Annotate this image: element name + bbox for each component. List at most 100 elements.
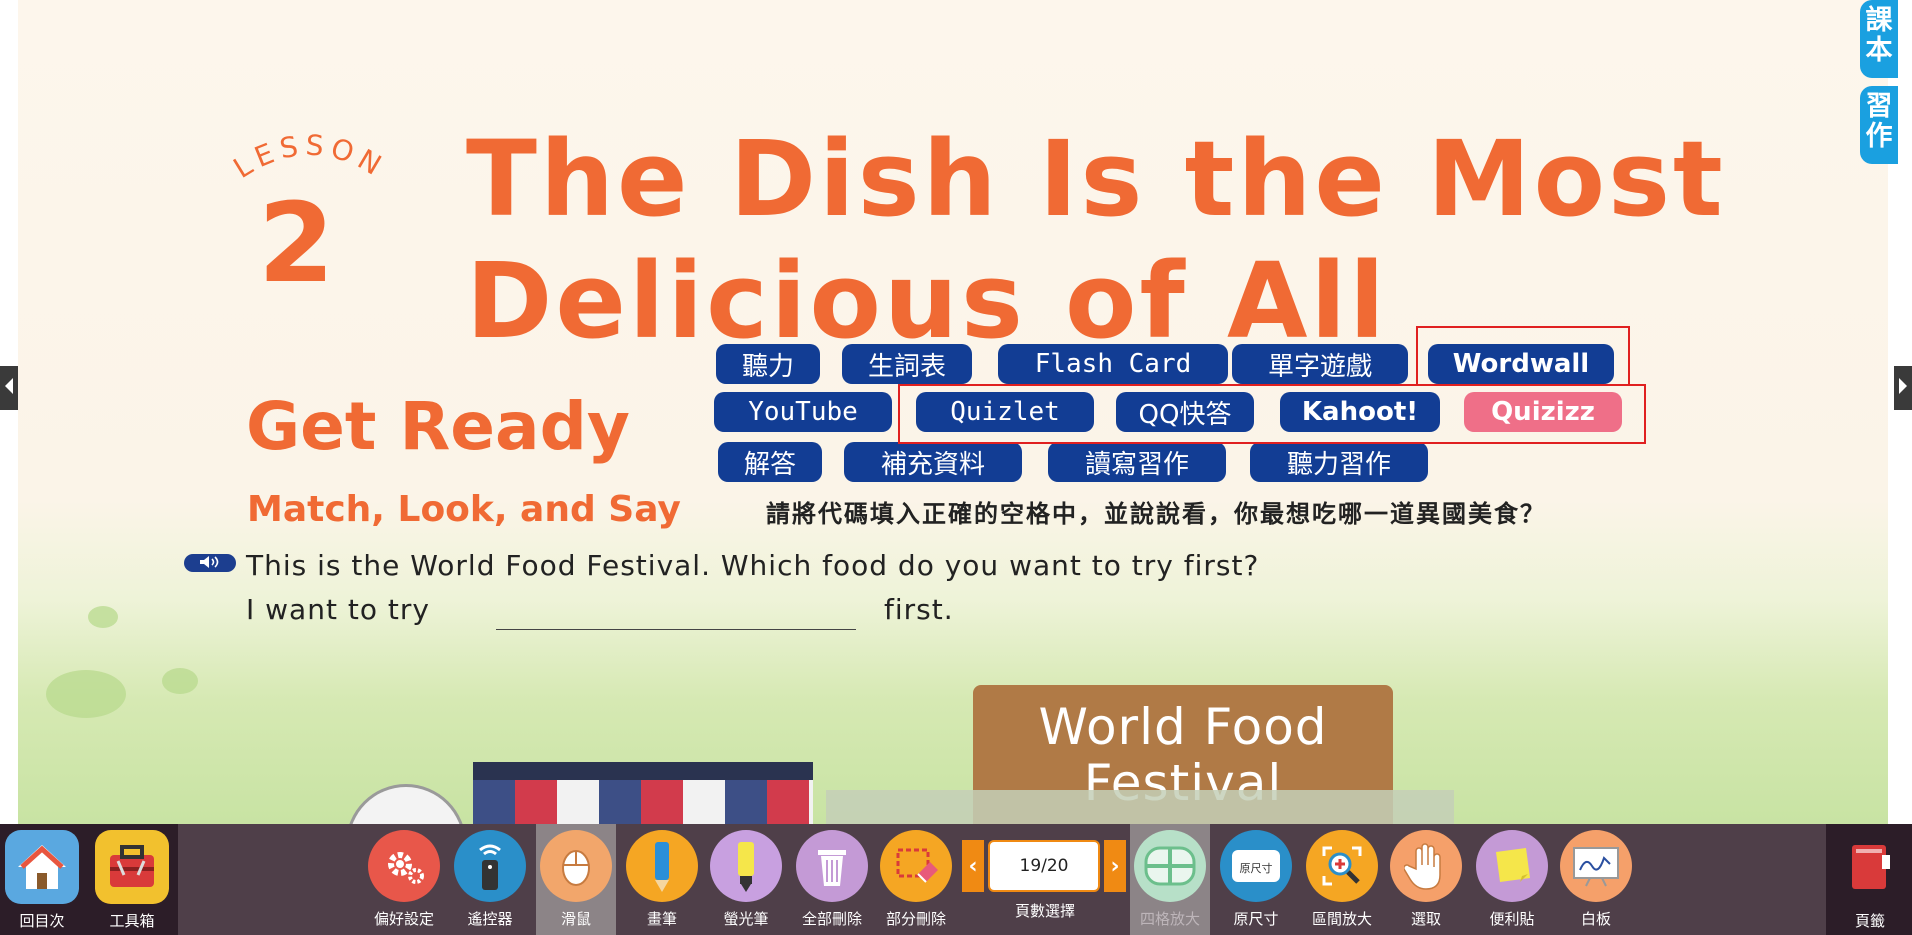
scene-ground-band [826, 790, 1454, 824]
page-select-label: 頁數選擇 [1014, 902, 1075, 920]
activity-subheading: Match, Look, and Say [247, 489, 681, 530]
quad-zoom-button[interactable]: 四格放大 [1130, 824, 1210, 935]
resource-button-answers[interactable]: 解答 [718, 442, 822, 482]
home-label: 回目次 [19, 912, 65, 930]
resource-button-vocabulary[interactable]: 生詞表 [842, 344, 972, 384]
resource-button-qq-quiz[interactable]: QQ快答 [1116, 392, 1254, 432]
partial-delete-button[interactable]: 部分刪除 [876, 824, 956, 935]
resource-button-quizlet[interactable]: Quizlet [916, 392, 1094, 432]
delete-all-button[interactable]: 全部刪除 [792, 824, 872, 935]
resource-button-listening[interactable]: 聽力 [716, 344, 820, 384]
resource-button-kahoot[interactable]: Kahoot! [1280, 392, 1440, 432]
home-button[interactable]: 回目次 [2, 824, 82, 935]
pager-prev-button[interactable]: ‹ [962, 840, 984, 892]
hand-icon [1390, 830, 1462, 902]
textbook-page: LESSON 2 The Dish Is the Most Delicious … [18, 0, 1888, 824]
pager-next-button[interactable]: › [1104, 840, 1126, 892]
whiteboard-label: 白板 [1580, 910, 1611, 928]
scene-bush [88, 606, 118, 628]
sentence-try-start: I want to try [246, 593, 430, 626]
bookmark-book-icon [1842, 830, 1898, 904]
bottom-toolbar: 回目次 工具箱 偏好設定 遙控器 滑鼠 畫筆 螢光筆 全部刪除 部分刪除 ‹ 1… [0, 824, 1912, 935]
select-button[interactable]: 選取 [1386, 824, 1466, 935]
audio-play-button[interactable] [184, 554, 236, 572]
eraser-icon [880, 830, 952, 902]
lesson-title: The Dish Is the Most Delicious of All [466, 118, 1866, 362]
previous-page-arrow[interactable] [0, 366, 18, 410]
tab-workbook[interactable]: 習作 [1860, 86, 1898, 164]
highlighter-label: 螢光筆 [723, 910, 769, 928]
area-zoom-label: 區間放大 [1311, 910, 1372, 928]
original-size-icon: 原尺寸 [1220, 830, 1292, 902]
chevron-right-icon [1897, 376, 1909, 400]
remote-button[interactable]: 遙控器 [450, 824, 530, 935]
scene-bush [162, 668, 198, 694]
select-label: 選取 [1410, 910, 1441, 928]
toolbox-button[interactable]: 工具箱 [92, 824, 172, 935]
page-number-input[interactable]: 19/20 [988, 840, 1100, 892]
pen-label: 畫筆 [646, 910, 677, 928]
resource-button-flash-card[interactable]: Flash Card [998, 344, 1228, 384]
highlighter-button[interactable]: 螢光筆 [706, 824, 786, 935]
area-zoom-button[interactable]: 區間放大 [1302, 824, 1382, 935]
sentence-try: I want to try [246, 596, 430, 624]
gear-icon [368, 830, 440, 902]
food-stall-awning [473, 762, 813, 824]
resource-button-listening-workbook[interactable]: 聽力習作 [1250, 442, 1428, 482]
mouse-button[interactable]: 滑鼠 [536, 824, 616, 935]
speaker-icon [198, 554, 222, 573]
sticky-note-icon [1476, 830, 1548, 902]
preferences-label: 偏好設定 [373, 910, 434, 928]
sentence-festival: This is the World Food Festival. Which f… [246, 549, 1260, 582]
toolbox-icon [95, 830, 169, 904]
sentence-try-end: first. [884, 593, 954, 626]
resource-button-wordwall[interactable]: Wordwall [1428, 344, 1614, 384]
tab-textbook[interactable]: 課本 [1860, 0, 1898, 78]
home-icon [5, 830, 79, 904]
tab-textbook-label: 課本 [1865, 5, 1893, 66]
chevron-left-icon [3, 376, 15, 400]
pen-icon [626, 830, 698, 902]
resource-button-reading-writing-workbook[interactable]: 讀寫習作 [1048, 442, 1226, 482]
partial-delete-label: 部分刪除 [885, 910, 946, 928]
festival-sign-line1: World Food [1038, 698, 1328, 756]
remote-control-icon [454, 830, 526, 902]
highlighter-icon [710, 830, 782, 902]
chef-hat-illustration [346, 784, 466, 824]
page-selector: ‹ 19/20 › 頁數選擇 [962, 824, 1128, 935]
resource-button-word-game[interactable]: 單字遊戲 [1232, 344, 1408, 384]
scene-bush [46, 670, 126, 718]
pen-button[interactable]: 畫筆 [622, 824, 702, 935]
magnifier-icon [1306, 830, 1378, 902]
answer-blank [496, 629, 856, 630]
original-size-button[interactable]: 原尺寸 原尺寸 [1216, 824, 1296, 935]
sticky-note-label: 便利貼 [1489, 910, 1535, 928]
trash-icon [796, 830, 868, 902]
resource-button-quizizz[interactable]: Quizizz [1464, 392, 1622, 432]
chevron-left-icon: ‹ [968, 853, 978, 879]
next-page-arrow[interactable] [1894, 366, 1912, 410]
lesson-title-line1: The Dish Is the Most [466, 118, 1726, 240]
quad-zoom-label: 四格放大 [1139, 910, 1200, 928]
whiteboard-icon [1560, 830, 1632, 902]
tab-workbook-label: 習作 [1865, 91, 1893, 152]
delete-all-label: 全部刪除 [801, 910, 862, 928]
svg-text:LESSON: LESSON [228, 128, 392, 184]
quad-zoom-icon [1134, 830, 1206, 902]
toolbox-label: 工具箱 [109, 912, 155, 930]
bookmark-button[interactable]: 頁籤 [1830, 824, 1910, 935]
original-size-label: 原尺寸 [1233, 910, 1279, 928]
resource-button-youtube[interactable]: YouTube [714, 392, 892, 432]
svg-text:原尺寸: 原尺寸 [1240, 861, 1273, 875]
preferences-button[interactable]: 偏好設定 [364, 824, 444, 935]
get-ready-heading: Get Ready [246, 388, 630, 465]
resource-button-supplementary[interactable]: 補充資料 [844, 442, 1022, 482]
bookmark-label: 頁籤 [1854, 912, 1885, 930]
lesson-number: 2 [258, 179, 335, 307]
activity-instruction: 請將代碼填入正確的空格中，並說說看，你最想吃哪一道異國美食？ [766, 500, 1546, 528]
chevron-right-icon: › [1110, 853, 1120, 879]
mouse-icon [540, 830, 612, 902]
sticky-note-button[interactable]: 便利貼 [1472, 824, 1552, 935]
mouse-label: 滑鼠 [560, 910, 591, 928]
whiteboard-button[interactable]: 白板 [1556, 824, 1636, 935]
